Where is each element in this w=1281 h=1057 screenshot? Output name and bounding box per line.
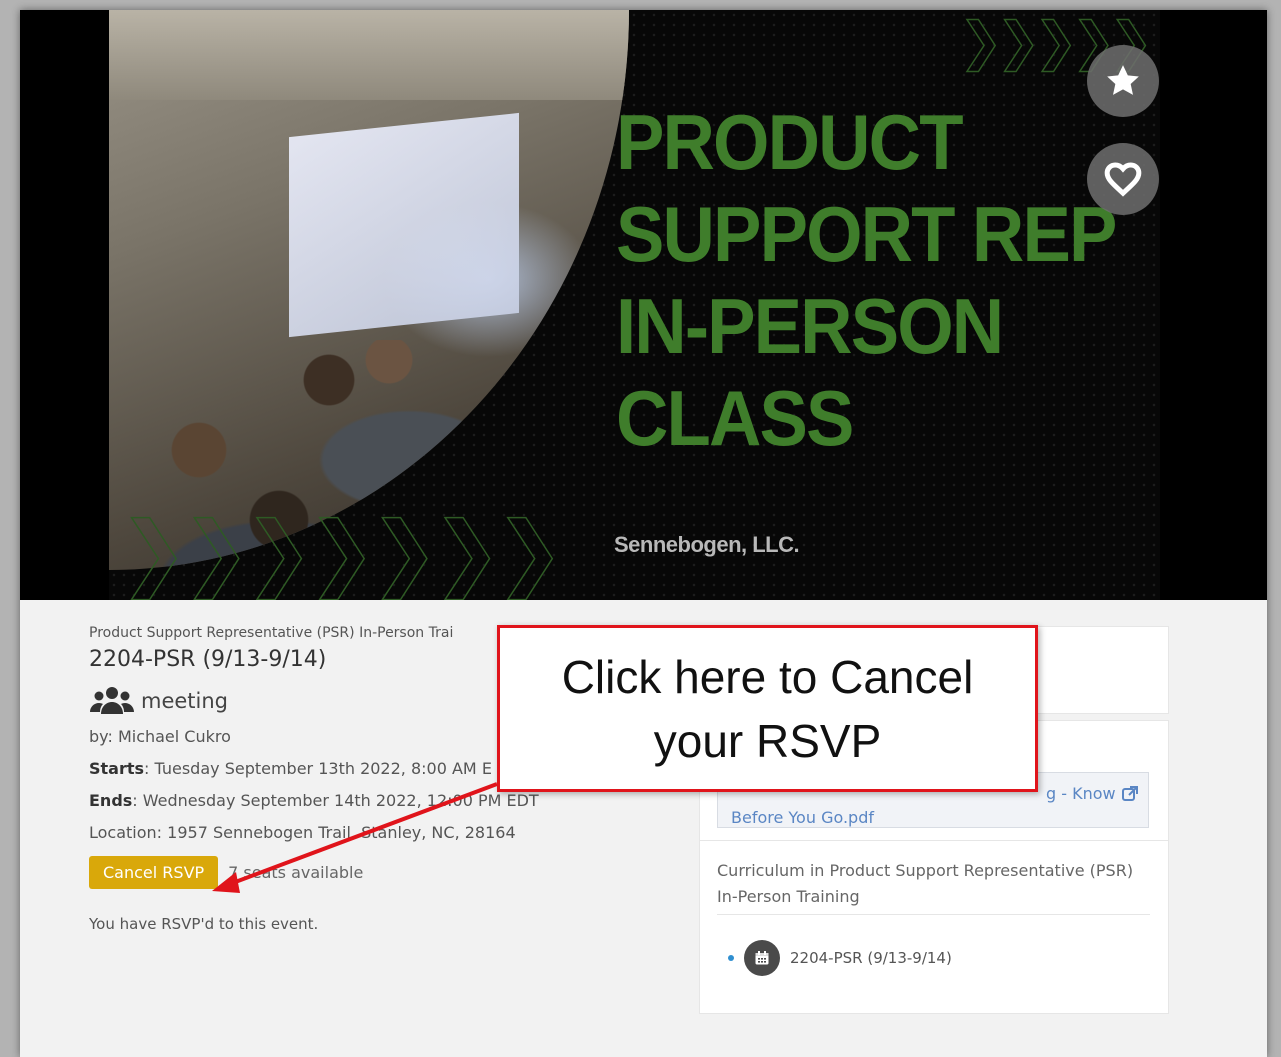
users-icon bbox=[90, 687, 134, 714]
start-value: : Tuesday September 13th 2022, 8:00 AM E bbox=[144, 759, 492, 778]
projector-screen bbox=[289, 112, 519, 338]
banner-company: Sennebogen, LLC. bbox=[614, 532, 800, 557]
curriculum-item-label: 2204-PSR (9/13-9/14) bbox=[790, 949, 952, 967]
attachment-name-tail: g - Know bbox=[1046, 784, 1116, 803]
banner-title-line: CLASS bbox=[616, 374, 854, 462]
star-icon bbox=[1107, 65, 1139, 95]
end-label: Ends bbox=[89, 791, 133, 810]
favorite-button[interactable] bbox=[1087, 45, 1159, 117]
callout-text: Click here to Cancel your RSVP bbox=[561, 650, 974, 767]
calendar-icon bbox=[744, 940, 780, 976]
bullet-icon bbox=[728, 955, 734, 961]
heart-icon bbox=[1104, 162, 1142, 197]
rsvp-row: Cancel RSVP 7 seats available bbox=[89, 856, 689, 889]
banner-title-line: PRODUCT bbox=[616, 98, 964, 186]
like-button[interactable] bbox=[1087, 143, 1159, 215]
divider bbox=[717, 914, 1150, 915]
curriculum-title: Curriculum in Product Support Representa… bbox=[717, 861, 1134, 906]
event-type-label: meeting bbox=[141, 689, 229, 713]
end-value: : Wednesday September 14th 2022, 12:00 P… bbox=[132, 791, 539, 810]
start-label: Starts bbox=[89, 759, 145, 778]
banner-title-line: IN-PERSON bbox=[616, 282, 1004, 370]
external-link-icon bbox=[1122, 786, 1138, 801]
banner-art: ❯❯❯❯❯ ❯❯❯❯❯❯❯ PRODUCT SUPPORT REP IN-PER… bbox=[109, 10, 1160, 600]
attachment-name-line2: Before You Go.pdf bbox=[731, 808, 874, 827]
seats-available: 7 seats available bbox=[228, 863, 364, 882]
event-banner: ❯❯❯❯❯ ❯❯❯❯❯❯❯ PRODUCT SUPPORT REP IN-PER… bbox=[20, 10, 1267, 600]
banner-title: PRODUCT SUPPORT REP IN-PERSON CLASS bbox=[616, 96, 1117, 464]
page-frame: ❯❯❯❯❯ ❯❯❯❯❯❯❯ PRODUCT SUPPORT REP IN-PER… bbox=[20, 10, 1267, 1057]
banner-title-line: SUPPORT REP bbox=[616, 190, 1117, 278]
rsvp-status: You have RSVP'd to this event. bbox=[89, 915, 319, 933]
event-location: Location: 1957 Sennebogen Trail, Stanley… bbox=[89, 823, 516, 842]
curriculum-item[interactable]: 2204-PSR (9/13-9/14) bbox=[728, 940, 952, 976]
chevron-pattern-bottom: ❯❯❯❯❯❯❯ bbox=[118, 504, 564, 600]
annotation-callout: Click here to Cancel your RSVP bbox=[497, 625, 1038, 792]
event-end: Ends: Wednesday September 14th 2022, 12:… bbox=[89, 790, 689, 812]
cancel-rsvp-button[interactable]: Cancel RSVP bbox=[89, 856, 219, 889]
